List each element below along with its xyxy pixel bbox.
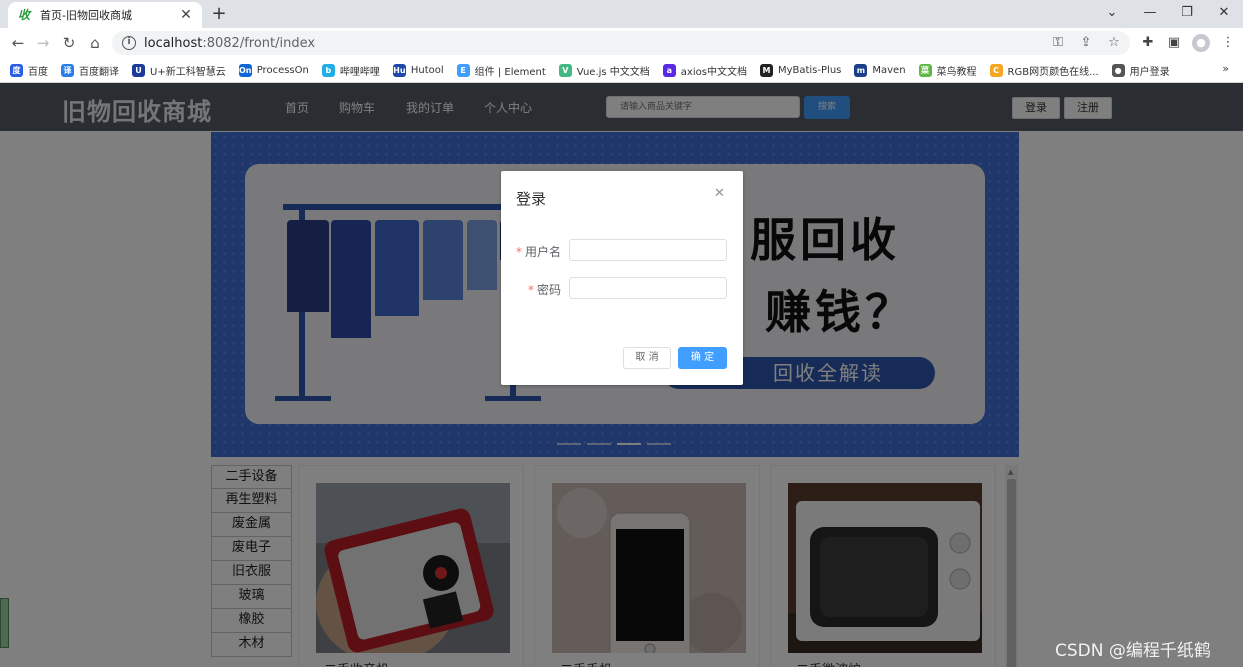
new-tab-icon[interactable]: + (208, 4, 230, 24)
browser-menu-icon[interactable]: ⋮ (1220, 33, 1236, 53)
bookmark-favicon-icon: ● (1111, 63, 1125, 77)
bookmark-label: 百度翻译 (79, 66, 119, 78)
login-dialog: 登录 ✕ * 用户名 * 密码 取 消 确 定 (501, 171, 743, 385)
password-input[interactable] (569, 277, 727, 299)
bookmark-favicon-icon: Hu (392, 63, 406, 77)
home-icon[interactable]: ⌂ (85, 33, 105, 53)
required-asterisk: * (516, 245, 522, 259)
bookmark-item[interactable]: 菜菜鸟教程 (918, 63, 977, 78)
profile-avatar-icon[interactable]: ● (1192, 34, 1210, 52)
bookmark-favicon-icon: 菜 (918, 63, 932, 77)
browser-tab-active[interactable]: 收 首页-旧物回收商城 ✕ (8, 2, 202, 28)
bookmark-favicon-icon: M (759, 63, 773, 77)
window-restore-icon[interactable]: ❐ (1168, 0, 1206, 28)
bookmark-favicon-icon: On (238, 63, 252, 77)
bookmark-favicon-icon: a (662, 63, 676, 77)
forward-arrow-icon[interactable]: → (33, 33, 53, 53)
extensions-puzzle-icon[interactable]: ✚ (1140, 33, 1156, 53)
bookmarks-overflow-icon[interactable]: » (1222, 62, 1229, 75)
bookmark-item[interactable]: M MyBatis-Plus (759, 63, 842, 77)
bookmark-label: ProcessOn (256, 64, 309, 76)
bookmark-item[interactable]: C RGB网页颜色在线... (989, 63, 1099, 78)
bookmark-item[interactable]: V Vue.js 中文文档 (558, 63, 650, 78)
bookmark-label: 组件 | Element (474, 66, 546, 78)
browser-tab-strip: 收 首页-旧物回收商城 ✕ + ⌄ — ❐ ✕ (0, 0, 1243, 28)
side-floating-widget[interactable] (0, 598, 9, 648)
bookmark-item[interactable]: b 哔哩哔哩 (321, 63, 380, 78)
back-arrow-icon[interactable]: ← (8, 33, 28, 53)
bookmark-item[interactable]: 译百度翻译 (61, 63, 119, 78)
window-minimize-icon[interactable]: — (1131, 0, 1169, 28)
site-favicon-icon: 收 (17, 8, 30, 22)
bookmark-favicon-icon: C (989, 63, 1003, 77)
dialog-title: 登录 (516, 190, 547, 208)
bookmark-label: RGB网页颜色在线... (1007, 66, 1099, 78)
bookmark-label: 百度 (28, 66, 48, 78)
bookmark-label: 菜鸟教程 (936, 66, 977, 78)
bookmark-star-icon[interactable]: ☆ (1106, 34, 1122, 52)
bookmark-label: MyBatis-Plus (777, 64, 842, 76)
password-label: * 密码 (527, 283, 561, 297)
url-text: localhost:8082/front/index (144, 35, 316, 51)
tab-close-icon[interactable]: ✕ (178, 7, 194, 23)
username-input[interactable] (569, 239, 727, 261)
confirm-button[interactable]: 确 定 (678, 347, 727, 369)
password-key-icon[interactable]: ⚿ (1050, 34, 1066, 52)
web-page: 旧物回收商城 首页 购物车 我的订单 个人中心 搜索 登录 注册 服回收 赚钱？… (0, 83, 1243, 667)
bookmark-item[interactable]: E 组件 | Element (456, 63, 546, 78)
side-panel-icon[interactable]: ▣ (1166, 33, 1182, 53)
bookmark-favicon-icon: V (558, 63, 572, 77)
bookmark-label: Maven (872, 64, 906, 76)
address-toolbar: ← → ↻ ⌂ i localhost:8082/front/index ⚿ ⇪… (0, 28, 1243, 58)
tab-search-chevron-icon[interactable]: ⌄ (1093, 0, 1131, 28)
bookmark-label: Hutool (410, 64, 444, 76)
bookmarks-bar: 度百度译百度翻译 U U+新工科智慧云 On ProcessOn b 哔哩哔哩 Hu Hutoo… (0, 58, 1243, 83)
bookmark-favicon-icon: b (321, 63, 335, 77)
tab-title: 首页-旧物回收商城 (40, 9, 132, 22)
url-bar[interactable]: i localhost:8082/front/index ⚿ ⇪ ☆ (112, 31, 1130, 55)
bookmark-favicon-icon: 度 (10, 63, 23, 77)
close-icon[interactable]: ✕ (714, 186, 725, 201)
reload-icon[interactable]: ↻ (59, 33, 79, 53)
bookmark-item[interactable]: m Maven (854, 63, 906, 77)
bookmark-item[interactable]: a axios中文文档 (662, 63, 747, 78)
bookmark-favicon-icon: E (456, 63, 470, 77)
bookmark-favicon-icon: m (854, 63, 868, 77)
bookmark-item[interactable]: On ProcessOn (238, 63, 309, 77)
bookmark-label: 用户登录 (1129, 66, 1170, 78)
bookmark-favicon-icon: 译 (61, 63, 74, 77)
bookmark-label: 哔哩哔哩 (339, 66, 380, 78)
bookmark-item[interactable]: ● 用户登录 (1111, 63, 1170, 78)
bookmark-label: axios中文文档 (680, 66, 747, 78)
watermark-text: CSDN @编程千纸鹤 (1055, 641, 1211, 661)
bookmark-label: U+新工科智慧云 (150, 66, 226, 78)
site-info-icon[interactable]: i (122, 36, 136, 50)
cancel-button[interactable]: 取 消 (623, 347, 671, 369)
bookmark-item[interactable]: 度百度 (10, 63, 48, 78)
bookmark-item[interactable]: Hu Hutool (392, 63, 444, 77)
window-close-icon[interactable]: ✕ (1205, 0, 1243, 28)
bookmark-favicon-icon: U (132, 63, 145, 77)
required-asterisk: * (527, 283, 534, 297)
share-icon[interactable]: ⇪ (1078, 34, 1094, 52)
bookmark-label: Vue.js 中文文档 (576, 66, 650, 78)
username-label: * 用户名 (516, 245, 562, 259)
bookmark-item[interactable]: U U+新工科智慧云 (132, 63, 226, 78)
